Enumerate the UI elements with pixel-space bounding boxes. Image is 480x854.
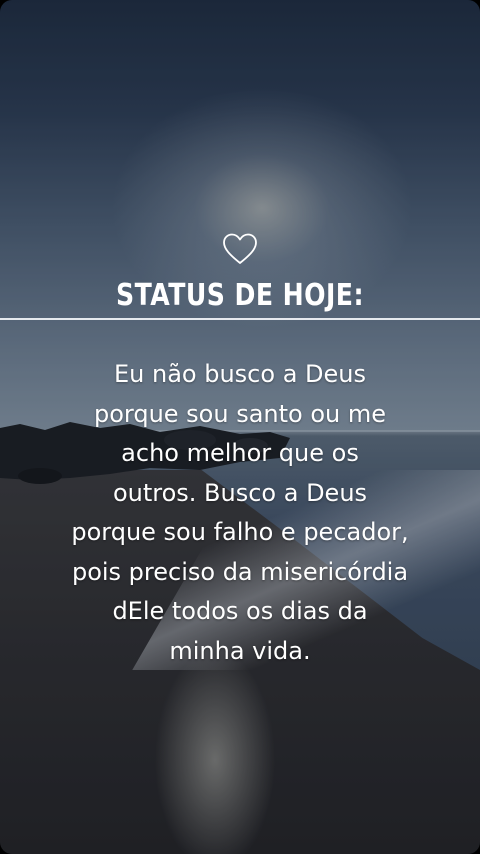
quote-line: acho melhor que os [121,439,359,467]
quote-line: porque sou falho e pecador, [71,518,409,546]
status-card: STATUS DE HOJE: Eu não busco a Deus porq… [0,0,480,854]
heart-outline-icon [223,233,257,264]
quote-line: dEle todos os dias da [112,597,368,625]
title-divider [0,318,480,320]
quote-line: pois preciso da misericórdia [71,557,409,586]
quote-line: porque sou santo ou me [93,399,387,428]
quote-line: outros. Busco a Deus [112,478,368,507]
quote-line: Eu não busco a Deus [114,360,366,388]
quote-line: minha vida. [169,636,311,665]
status-title: STATUS DE HOJE: [116,278,364,313]
quote-text: Eu não busco a Deus porque sou santo ou … [30,355,450,671]
